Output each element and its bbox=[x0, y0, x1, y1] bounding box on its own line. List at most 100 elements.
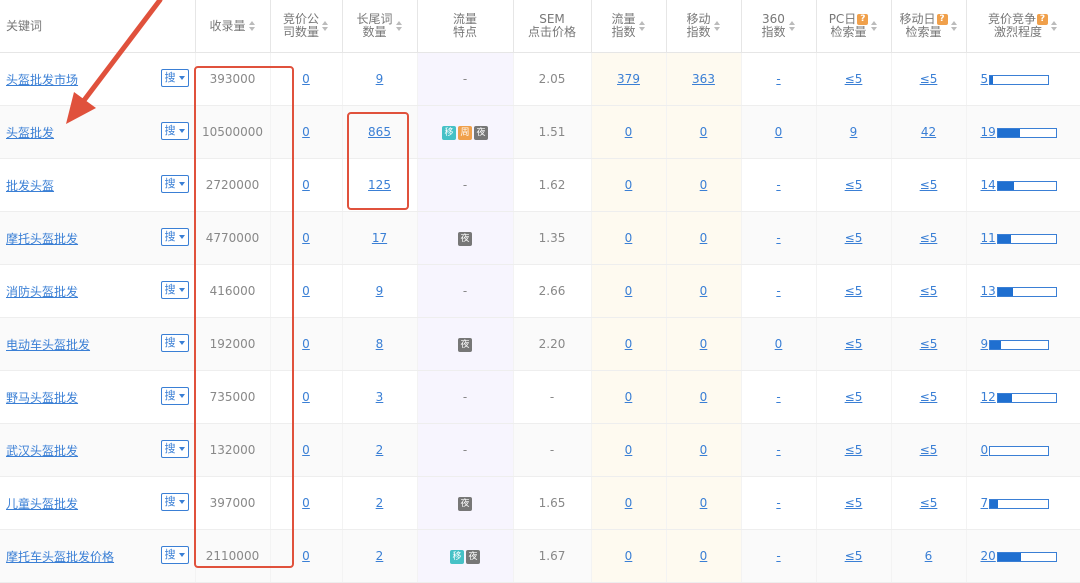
bid-companies-link[interactable]: 0 bbox=[302, 443, 310, 457]
mobile-daily-link[interactable]: 42 bbox=[921, 125, 936, 139]
competition-link[interactable]: 13 bbox=[981, 284, 996, 298]
longtail-link[interactable]: 17 bbox=[372, 231, 387, 245]
competition-link[interactable]: 5 bbox=[981, 72, 989, 86]
traffic-index-link[interactable]: 0 bbox=[625, 390, 633, 404]
longtail-link[interactable]: 9 bbox=[376, 72, 384, 86]
sort-icon[interactable] bbox=[395, 21, 403, 31]
sort-icon[interactable] bbox=[322, 21, 329, 31]
bid-companies-link[interactable]: 0 bbox=[302, 125, 310, 139]
search-dropdown-button[interactable]: 搜 bbox=[160, 175, 189, 193]
index-360-link[interactable]: - bbox=[776, 390, 780, 404]
traffic-index-link[interactable]: 0 bbox=[625, 496, 633, 510]
sort-icon[interactable] bbox=[871, 21, 878, 31]
mobile-daily-link[interactable]: ≤5 bbox=[920, 337, 938, 351]
index-360-link[interactable]: - bbox=[776, 284, 780, 298]
keyword-link[interactable]: 摩托车头盔批发价格 bbox=[6, 550, 114, 564]
pc-daily-link[interactable]: ≤5 bbox=[845, 72, 863, 86]
mobile-index-link[interactable]: 363 bbox=[692, 72, 715, 86]
mobile-index-link[interactable]: 0 bbox=[700, 443, 708, 457]
traffic-index-link[interactable]: 0 bbox=[625, 337, 633, 351]
traffic-index-link[interactable]: 0 bbox=[625, 178, 633, 192]
pc-daily-link[interactable]: ≤5 bbox=[845, 496, 863, 510]
search-dropdown-button[interactable]: 搜 bbox=[160, 281, 189, 299]
traffic-index-link[interactable]: 0 bbox=[625, 443, 633, 457]
search-dropdown-button[interactable]: 搜 bbox=[160, 493, 189, 511]
keyword-link[interactable]: 摩托头盔批发 bbox=[6, 232, 78, 246]
bid-companies-link[interactable]: 0 bbox=[302, 284, 310, 298]
traffic-index-link[interactable]: 0 bbox=[625, 284, 633, 298]
sort-icon[interactable] bbox=[638, 21, 646, 31]
mobile-index-link[interactable]: 0 bbox=[700, 549, 708, 563]
pc-daily-link[interactable]: ≤5 bbox=[845, 549, 863, 563]
keyword-link[interactable]: 武汉头盔批发 bbox=[6, 444, 78, 458]
header-mobile-index[interactable]: 移动 指数 bbox=[666, 0, 742, 53]
header-traffic-index[interactable]: 流量 指数 bbox=[591, 0, 667, 53]
competition-link[interactable]: 14 bbox=[981, 178, 996, 192]
competition-link[interactable]: 20 bbox=[981, 549, 996, 563]
pc-daily-link[interactable]: ≤5 bbox=[845, 443, 863, 457]
traffic-index-link[interactable]: 0 bbox=[625, 125, 633, 139]
mobile-daily-link[interactable]: ≤5 bbox=[920, 72, 938, 86]
header-bid-companies[interactable]: 竞价公 司数量 bbox=[270, 0, 343, 53]
help-icon[interactable]: ? bbox=[1037, 14, 1048, 25]
mobile-index-link[interactable]: 0 bbox=[700, 178, 708, 192]
header-competition[interactable]: 竞价竞争? 激烈程度 bbox=[966, 0, 1080, 53]
index-360-link[interactable]: 0 bbox=[775, 125, 783, 139]
index-360-link[interactable]: - bbox=[776, 72, 780, 86]
bid-companies-link[interactable]: 0 bbox=[302, 337, 310, 351]
bid-companies-link[interactable]: 0 bbox=[302, 178, 310, 192]
search-dropdown-button[interactable]: 搜 bbox=[160, 387, 189, 405]
bid-companies-link[interactable]: 0 bbox=[302, 231, 310, 245]
mobile-daily-link[interactable]: ≤5 bbox=[920, 284, 938, 298]
mobile-daily-link[interactable]: ≤5 bbox=[920, 178, 938, 192]
competition-link[interactable]: 12 bbox=[981, 390, 996, 404]
index-360-link[interactable]: 0 bbox=[775, 337, 783, 351]
search-dropdown-button[interactable]: 搜 bbox=[160, 440, 189, 458]
index-360-link[interactable]: - bbox=[776, 549, 780, 563]
header-shoulu[interactable]: 收录量 bbox=[195, 0, 271, 53]
competition-link[interactable]: 19 bbox=[981, 125, 996, 139]
keyword-link[interactable]: 头盔批发 bbox=[6, 126, 54, 140]
index-360-link[interactable]: - bbox=[776, 231, 780, 245]
competition-link[interactable]: 7 bbox=[981, 496, 989, 510]
competition-link[interactable]: 0 bbox=[981, 443, 989, 457]
mobile-index-link[interactable]: 0 bbox=[700, 125, 708, 139]
sort-icon[interactable] bbox=[1051, 21, 1058, 31]
search-dropdown-button[interactable]: 搜 bbox=[160, 69, 189, 87]
pc-daily-link[interactable]: ≤5 bbox=[845, 284, 863, 298]
mobile-daily-link[interactable]: ≤5 bbox=[920, 390, 938, 404]
longtail-link[interactable]: 125 bbox=[368, 178, 391, 192]
sort-icon[interactable] bbox=[248, 21, 256, 31]
header-360-index[interactable]: 360 指数 bbox=[741, 0, 817, 53]
longtail-link[interactable]: 9 bbox=[376, 284, 384, 298]
help-icon[interactable]: ? bbox=[857, 14, 869, 25]
search-dropdown-button[interactable]: 搜 bbox=[160, 122, 189, 140]
longtail-link[interactable]: 8 bbox=[376, 337, 384, 351]
header-mobile-daily[interactable]: 移动日? 检索量 bbox=[891, 0, 967, 53]
keyword-link[interactable]: 电动车头盔批发 bbox=[6, 338, 90, 352]
sort-icon[interactable] bbox=[713, 21, 721, 31]
mobile-daily-link[interactable]: ≤5 bbox=[920, 231, 938, 245]
keyword-link[interactable]: 头盔批发市场 bbox=[6, 73, 78, 87]
search-dropdown-button[interactable]: 搜 bbox=[160, 546, 189, 564]
bid-companies-link[interactable]: 0 bbox=[302, 390, 310, 404]
pc-daily-link[interactable]: ≤5 bbox=[845, 337, 863, 351]
competition-link[interactable]: 9 bbox=[981, 337, 989, 351]
bid-companies-link[interactable]: 0 bbox=[302, 72, 310, 86]
index-360-link[interactable]: - bbox=[776, 178, 780, 192]
traffic-index-link[interactable]: 379 bbox=[617, 72, 640, 86]
longtail-link[interactable]: 2 bbox=[376, 549, 384, 563]
pc-daily-link[interactable]: ≤5 bbox=[845, 390, 863, 404]
traffic-index-link[interactable]: 0 bbox=[625, 231, 633, 245]
search-dropdown-button[interactable]: 搜 bbox=[160, 334, 189, 352]
mobile-daily-link[interactable]: ≤5 bbox=[920, 443, 938, 457]
mobile-index-link[interactable]: 0 bbox=[700, 337, 708, 351]
pc-daily-link[interactable]: ≤5 bbox=[845, 231, 863, 245]
keyword-link[interactable]: 消防头盔批发 bbox=[6, 285, 78, 299]
keyword-link[interactable]: 野马头盔批发 bbox=[6, 391, 78, 405]
competition-link[interactable]: 11 bbox=[981, 231, 996, 245]
pc-daily-link[interactable]: 9 bbox=[850, 125, 858, 139]
help-icon[interactable]: ? bbox=[936, 14, 948, 25]
header-pc-daily[interactable]: PC日? 检索量 bbox=[816, 0, 892, 53]
bid-companies-link[interactable]: 0 bbox=[302, 496, 310, 510]
